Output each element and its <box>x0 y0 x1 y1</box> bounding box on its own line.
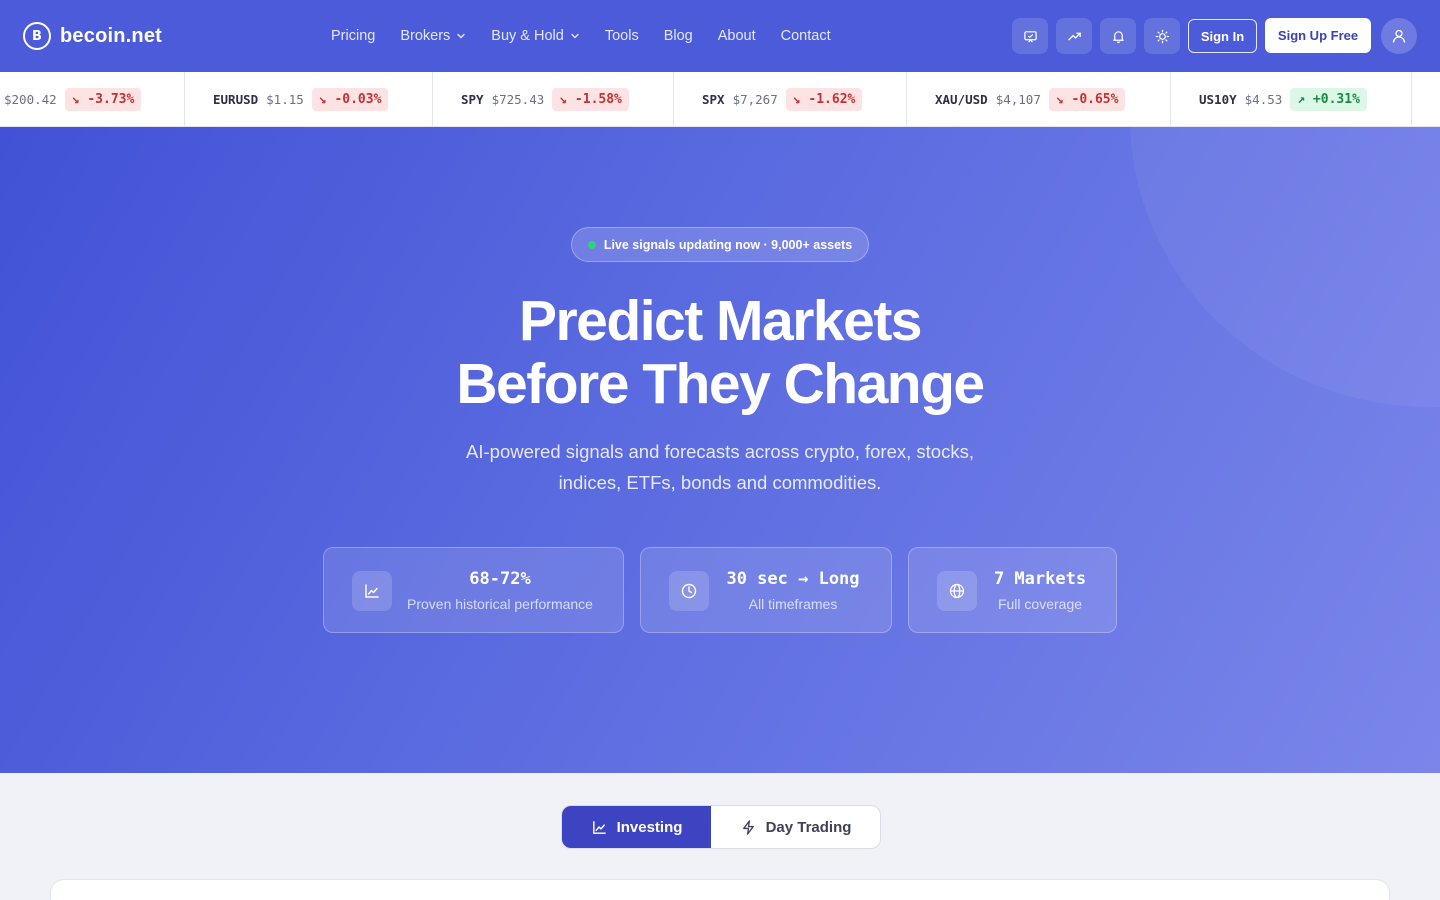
stat-value: 68-72% <box>469 569 531 589</box>
trend-icon <box>1067 32 1081 40</box>
live-signals-badge: Live signals updating now · 9,000+ asset… <box>571 227 869 262</box>
lightning-icon <box>742 819 754 835</box>
stat-icon-box <box>669 571 709 611</box>
ticker-item[interactable]: XAU/USD $4,107 ↘ -0.65% <box>935 72 1126 126</box>
ticker-price: $7,267 <box>732 92 778 107</box>
stat-label: All timeframes <box>748 596 838 612</box>
stat-card-markets: 7 Markets Full coverage <box>908 547 1117 633</box>
nav-pricing[interactable]: Pricing <box>331 28 375 44</box>
live-signals-text: Live signals updating now · 9,000+ asset… <box>603 237 853 252</box>
stat-card-performance: 68-72% Proven historical performance <box>323 547 624 633</box>
nav-about-label: About <box>717 28 756 44</box>
bell-icon <box>1112 30 1124 43</box>
sign-up-button[interactable]: Sign Up Free <box>1265 18 1371 53</box>
ticker-symbol: SPX <box>702 92 725 107</box>
ticker-change: ↘ -3.73% <box>64 88 142 111</box>
chevron-down-icon <box>457 33 465 39</box>
ticker-change: ↘ -1.58% <box>552 88 629 111</box>
logo-text: becoin.net <box>60 24 163 47</box>
chart-line-icon <box>592 820 606 834</box>
ticker-divider <box>432 72 433 126</box>
chart-line-icon <box>365 584 379 598</box>
hero-subtitle: AI-powered signals and forecasts across … <box>466 441 974 493</box>
globe-icon <box>949 583 965 599</box>
chevron-down-icon <box>571 33 579 39</box>
nav-tools[interactable]: Tools <box>605 28 639 44</box>
sun-icon <box>1155 29 1169 43</box>
theme-toggle-button[interactable] <box>1144 18 1180 54</box>
stat-value: 30 sec → Long <box>726 569 860 589</box>
ticker-price: $1.15 <box>266 92 304 107</box>
ticker-divider <box>184 72 185 126</box>
ticker-price: $4.53 <box>1244 92 1283 107</box>
clock-icon <box>681 583 697 599</box>
ticker-symbol: EURUSD <box>213 92 259 107</box>
notifications-button[interactable] <box>1100 18 1136 54</box>
user-icon <box>1392 29 1406 43</box>
ticker-item[interactable]: SPX $7,267 ↘ -1.62% <box>702 72 863 126</box>
trending-button[interactable] <box>1056 18 1092 54</box>
ticker-symbol: XAU/USD <box>935 92 988 107</box>
sign-in-button[interactable]: Sign In <box>1188 19 1257 53</box>
chat-button[interactable] <box>1012 18 1048 54</box>
nav-pricing-label: Pricing <box>331 28 376 44</box>
stat-label: Proven historical performance <box>407 596 593 612</box>
hero-section: Live signals updating now · 9,000+ asset… <box>0 127 1440 773</box>
hero-title-line-1: Predict Markets <box>518 289 923 353</box>
main-nav: Pricing Brokers Buy & Hold Tools Blog Ab… <box>331 0 856 72</box>
logo-mark: B <box>23 22 51 50</box>
ticker-item[interactable]: $200.42 ↘ -3.73% <box>4 72 142 126</box>
stat-icon-box <box>937 571 977 611</box>
nav-about[interactable]: About <box>718 28 756 44</box>
nav-contact[interactable]: Contact <box>781 28 831 44</box>
nav-buy-hold-label: Buy & Hold <box>491 28 564 44</box>
hero-title: Predict Markets Before They Change <box>0 290 1440 416</box>
nav-blog[interactable]: Blog <box>664 28 693 44</box>
ticker-symbol: SPY <box>461 92 484 107</box>
live-dot-icon <box>587 240 596 249</box>
ticker-divider <box>1411 72 1412 126</box>
ticker-item[interactable]: EURUSD $1.15 ↘ -0.03% <box>213 72 389 126</box>
nav-blog-label: Blog <box>663 28 693 44</box>
ticker-item[interactable]: US10Y $4.53 ↗ +0.31% <box>1199 72 1367 126</box>
stat-value: 7 Markets <box>993 569 1087 589</box>
ticker-change: ↘ -0.03% <box>311 88 389 111</box>
stat-card-timeframes: 30 sec → Long All timeframes <box>640 547 892 633</box>
nav-buy-hold[interactable]: Buy & Hold <box>491 28 580 44</box>
tab-investing-label: Investing <box>616 818 683 836</box>
ticker-divider <box>1170 72 1171 126</box>
ticker-change: ↗ +0.31% <box>1290 88 1367 111</box>
mode-tabs: Investing Day Trading <box>561 805 881 849</box>
ticker-price: $4,107 <box>995 92 1041 107</box>
ticker-change: ↘ -1.62% <box>785 88 863 111</box>
ticker-price: $725.43 <box>491 92 545 107</box>
avatar[interactable] <box>1381 18 1417 54</box>
logo[interactable]: B becoin.net <box>23 22 162 50</box>
nav-brokers[interactable]: Brokers <box>400 28 466 44</box>
tab-day-trading[interactable]: Day Trading <box>711 806 880 848</box>
hero-title-line-2: Before They Change <box>456 352 985 416</box>
tab-day-trading-label: Day Trading <box>765 818 852 836</box>
content-card <box>50 879 1390 900</box>
top-navbar: B becoin.net Pricing Brokers Buy & Hold … <box>0 0 1440 72</box>
chat-icon <box>1023 30 1037 43</box>
ticker-price: $200.42 <box>4 92 57 107</box>
nav-contact-label: Contact <box>780 28 831 44</box>
ticker-change: ↘ -0.65% <box>1048 88 1126 111</box>
ticker-item[interactable]: SPY $725.43 ↘ -1.58% <box>461 72 629 126</box>
stat-label: Full coverage <box>997 596 1083 612</box>
nav-brokers-label: Brokers <box>400 28 451 44</box>
ticker-divider <box>673 72 674 126</box>
nav-tools-label: Tools <box>604 28 639 44</box>
stat-icon-box <box>352 571 392 611</box>
ticker-symbol: US10Y <box>1199 92 1237 107</box>
ticker-divider <box>906 72 907 126</box>
tab-investing[interactable]: Investing <box>562 806 711 848</box>
price-ticker: $200.42 ↘ -3.73% EURUSD $1.15 ↘ -0.03% S… <box>0 72 1440 127</box>
